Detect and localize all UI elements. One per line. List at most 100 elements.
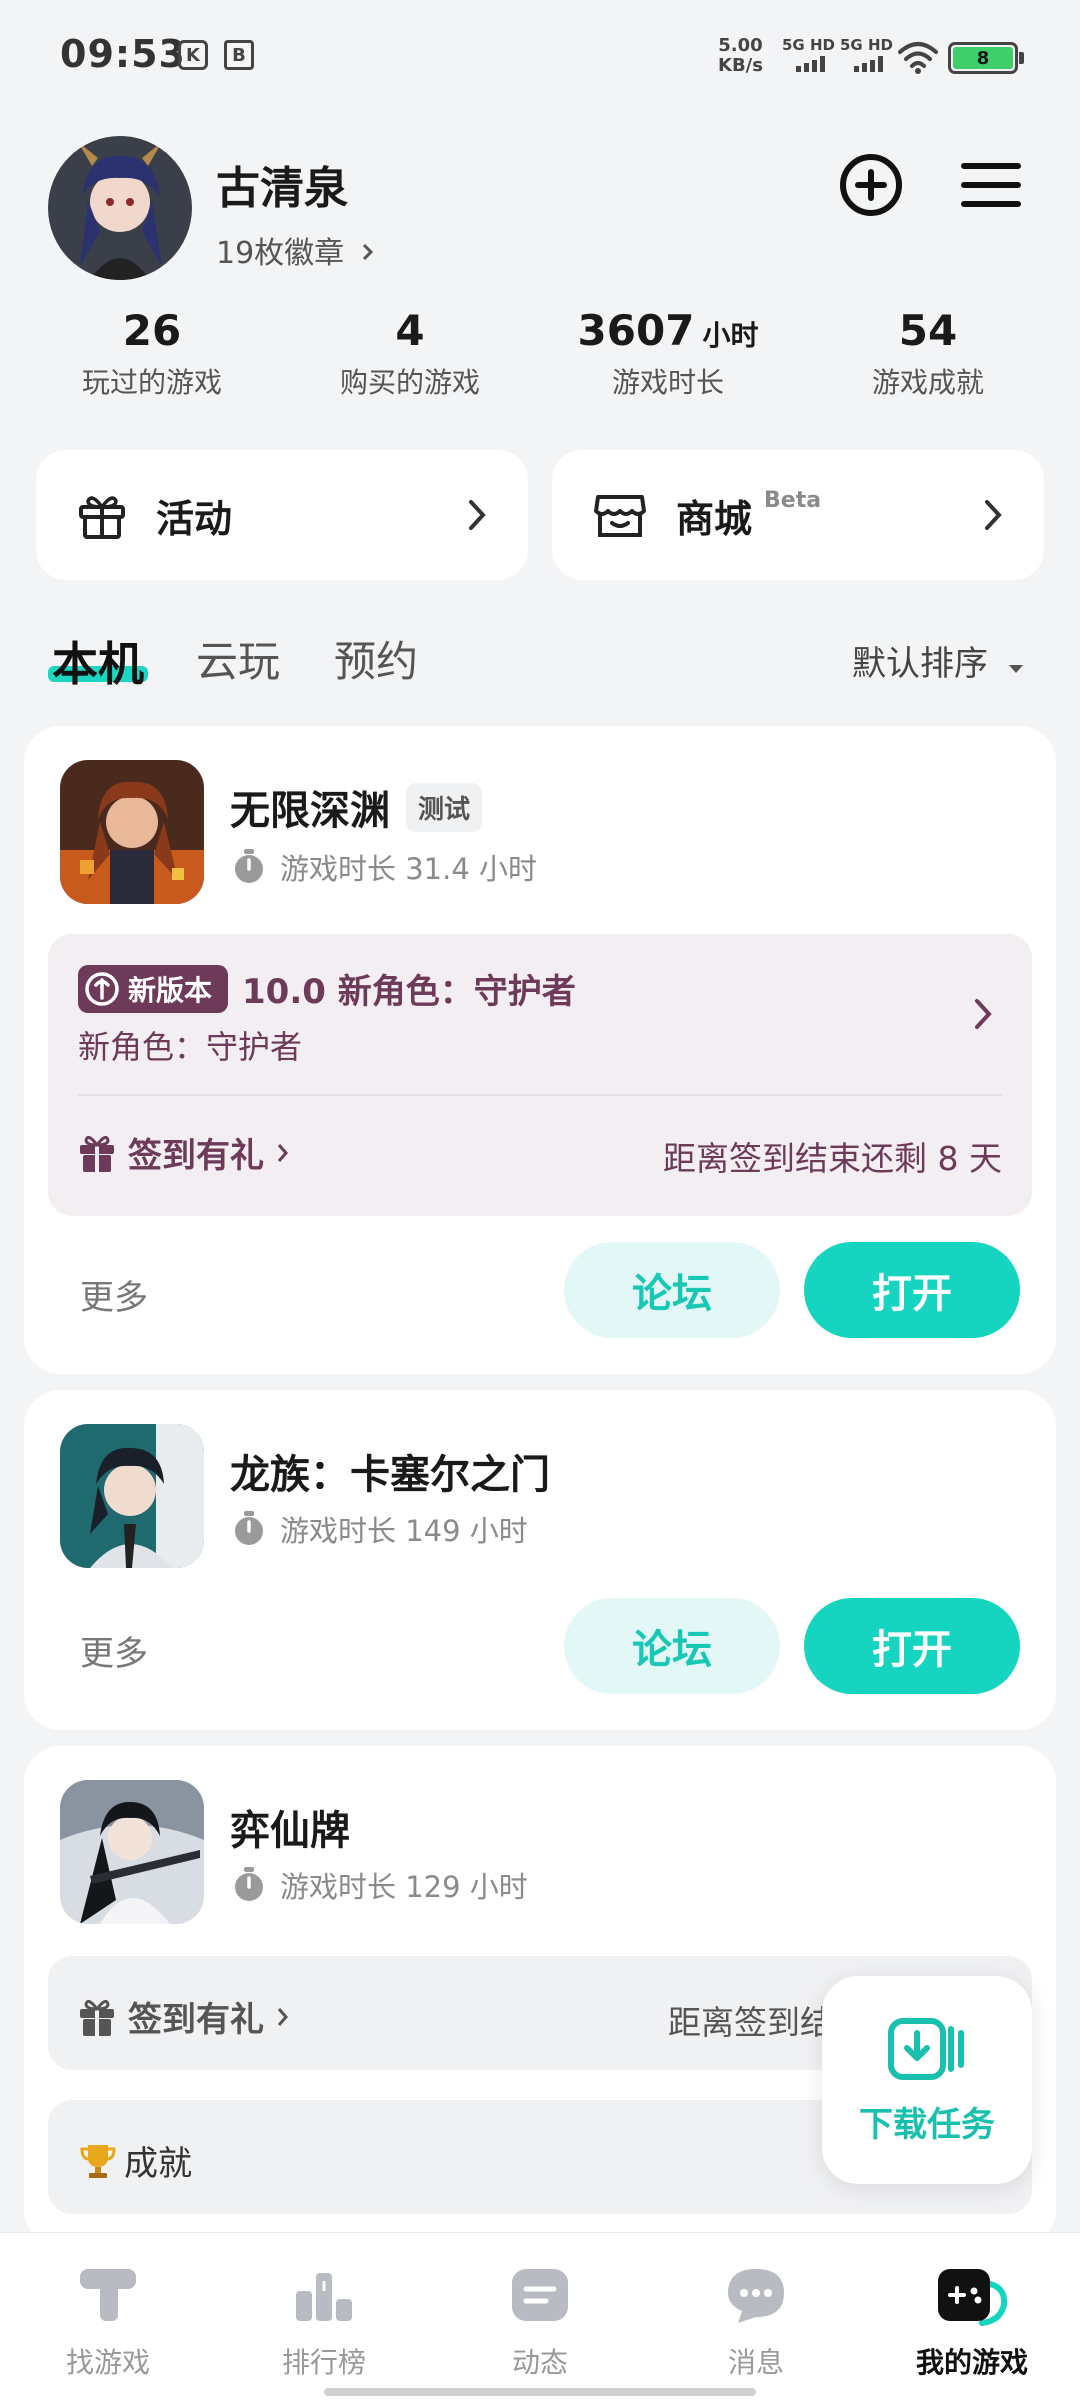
- gift-icon: [79, 496, 125, 539]
- sim2-signal-icon: [854, 56, 883, 72]
- store-icon: [594, 495, 646, 537]
- new-version-badge-label: 新版本: [128, 973, 213, 1007]
- new-version-row[interactable]: 新版本 10.0 新角色：守护者: [78, 964, 576, 1013]
- stat-play-time[interactable]: 3607 小时 游戏时长: [538, 306, 798, 401]
- chevron-right-icon: [469, 500, 486, 530]
- stat-label: 游戏成就: [871, 366, 984, 399]
- shop-label: 商城: [676, 496, 753, 541]
- bottom-nav: 找游戏 排行榜 动态 消息 我的游戏: [0, 2232, 1080, 2400]
- username[interactable]: 古清泉: [216, 152, 348, 216]
- sim1-label: 5G HD: [782, 36, 835, 54]
- playtime: 游戏时长 31.4 小时: [232, 846, 537, 888]
- network-speed: 5.00 KB/s: [718, 36, 763, 76]
- feed-icon: [512, 2269, 568, 2321]
- signin-label: 签到有礼: [128, 2000, 264, 2040]
- signin-countdown: 距离签到结: [668, 2003, 833, 2042]
- game-card: 龙族：卡塞尔之门 游戏时长 149 小时 更多 论坛 打开: [24, 1390, 1056, 1730]
- avatar[interactable]: [48, 136, 192, 280]
- new-version-title: 10.0 新角色：守护者: [242, 972, 576, 1012]
- event-panel: 新版本 10.0 新角色：守护者 新角色：守护者 签到有礼 距离签到结束还剩 8…: [48, 934, 1032, 1216]
- tab-local[interactable]: 本机: [52, 628, 144, 694]
- stat-value: 4: [395, 306, 425, 355]
- signin-link[interactable]: 签到有礼: [78, 1992, 290, 2041]
- nav-label: 找游戏: [65, 2346, 150, 2379]
- playtime: 游戏时长 149 小时: [232, 1508, 528, 1550]
- nav-find-game[interactable]: 找游戏: [0, 2233, 216, 2400]
- playtime-text: 游戏时长 149 小时: [280, 1514, 528, 1548]
- test-tag: 测试: [406, 782, 483, 832]
- badges-link[interactable]: 19枚徽章: [216, 228, 376, 272]
- stat-unit: 小时: [702, 319, 759, 352]
- stat-value: 54: [898, 306, 958, 355]
- game-icon[interactable]: [60, 1424, 204, 1568]
- stat-purchased-games[interactable]: 4 购买的游戏: [280, 306, 540, 401]
- nav-label: 动态: [511, 2346, 568, 2379]
- more-button[interactable]: 更多: [80, 1270, 148, 1319]
- battery-tip: [1019, 52, 1024, 64]
- version-icon: [85, 971, 119, 1006]
- game-title[interactable]: 无限深渊: [230, 778, 390, 836]
- stat-achievements[interactable]: 54 游戏成就: [798, 306, 1058, 401]
- more-button[interactable]: 更多: [80, 1626, 148, 1675]
- battery-level: 8: [953, 47, 1013, 69]
- leaderboard-icon: [296, 2273, 352, 2321]
- playtime-text: 游戏时长 129 小时: [280, 1870, 528, 1904]
- stat-played-games[interactable]: 26 玩过的游戏: [22, 306, 282, 401]
- chevron-right-icon: [362, 243, 373, 261]
- sort-label: 默认排序: [852, 644, 988, 684]
- nav-label: 消息: [727, 2346, 784, 2379]
- nav-feed[interactable]: 动态: [432, 2233, 648, 2400]
- chevron-right-icon: [985, 500, 1002, 530]
- shop-entry[interactable]: 商城 Beta: [552, 450, 1044, 580]
- badges-count: 19枚徽章: [216, 236, 345, 271]
- battery-icon: 8: [948, 42, 1018, 74]
- nav-leaderboard[interactable]: 排行榜: [216, 2233, 432, 2400]
- beta-badge: Beta: [764, 487, 822, 513]
- my-games-icon: [938, 2269, 1008, 2326]
- chevron-right-icon: [277, 2007, 288, 2026]
- stopwatch-icon: [235, 849, 263, 883]
- forum-button[interactable]: 论坛: [564, 1598, 780, 1694]
- stat-label: 游戏时长: [611, 366, 724, 399]
- open-button[interactable]: 打开: [804, 1242, 1020, 1338]
- nav-label: 排行榜: [281, 2346, 366, 2379]
- sort-dropdown[interactable]: 默认排序: [852, 636, 1025, 685]
- stat-label: 购买的游戏: [339, 366, 480, 399]
- activity-label: 活动: [156, 496, 233, 541]
- activity-entry[interactable]: 活动: [36, 450, 528, 580]
- hamburger-menu-icon[interactable]: [956, 150, 1026, 220]
- game-title[interactable]: 龙族：卡塞尔之门: [230, 1442, 550, 1500]
- nav-messages[interactable]: 消息: [648, 2233, 864, 2400]
- download-icon: [888, 2017, 964, 2080]
- home-indicator[interactable]: [324, 2388, 756, 2396]
- stat-value: 3607: [577, 306, 695, 355]
- new-version-badge: 新版本: [78, 964, 229, 1013]
- caret-down-icon: [1008, 665, 1023, 673]
- download-tasks-button[interactable]: 下载任务: [822, 1976, 1032, 2184]
- divider: [78, 1094, 1002, 1096]
- game-title[interactable]: 弈仙牌: [230, 1798, 350, 1856]
- open-button[interactable]: 打开: [804, 1598, 1020, 1694]
- chevron-right-icon: [277, 1143, 288, 1162]
- gift-icon: [80, 1135, 114, 1172]
- plus-circle-icon[interactable]: [836, 150, 906, 220]
- download-tasks-label: 下载任务: [859, 2104, 995, 2145]
- nav-my-games[interactable]: 我的游戏: [864, 2233, 1080, 2400]
- achievement-label: 成就: [124, 2144, 192, 2184]
- game-card: 无限深渊 测试 游戏时长 31.4 小时 新版本 10.0 新角色：守护者 新角…: [24, 726, 1056, 1374]
- forum-button[interactable]: 论坛: [564, 1242, 780, 1338]
- chevron-right-icon[interactable]: [972, 996, 994, 1032]
- game-icon[interactable]: [60, 760, 204, 904]
- find-game-icon: [80, 2269, 136, 2321]
- signin-label: 签到有礼: [128, 1136, 264, 1176]
- tab-cloud[interactable]: 云玩: [196, 628, 280, 689]
- stopwatch-icon: [235, 1867, 263, 1901]
- stat-label: 玩过的游戏: [81, 366, 222, 399]
- status-time: 09:53: [60, 32, 186, 76]
- k-app-icon: K: [178, 40, 208, 70]
- sim2-label: 5G HD: [840, 36, 893, 54]
- game-icon[interactable]: [60, 1780, 204, 1924]
- tab-reserve[interactable]: 预约: [334, 628, 418, 689]
- trophy-icon: [80, 2144, 116, 2178]
- signin-link[interactable]: 签到有礼: [78, 1128, 290, 1177]
